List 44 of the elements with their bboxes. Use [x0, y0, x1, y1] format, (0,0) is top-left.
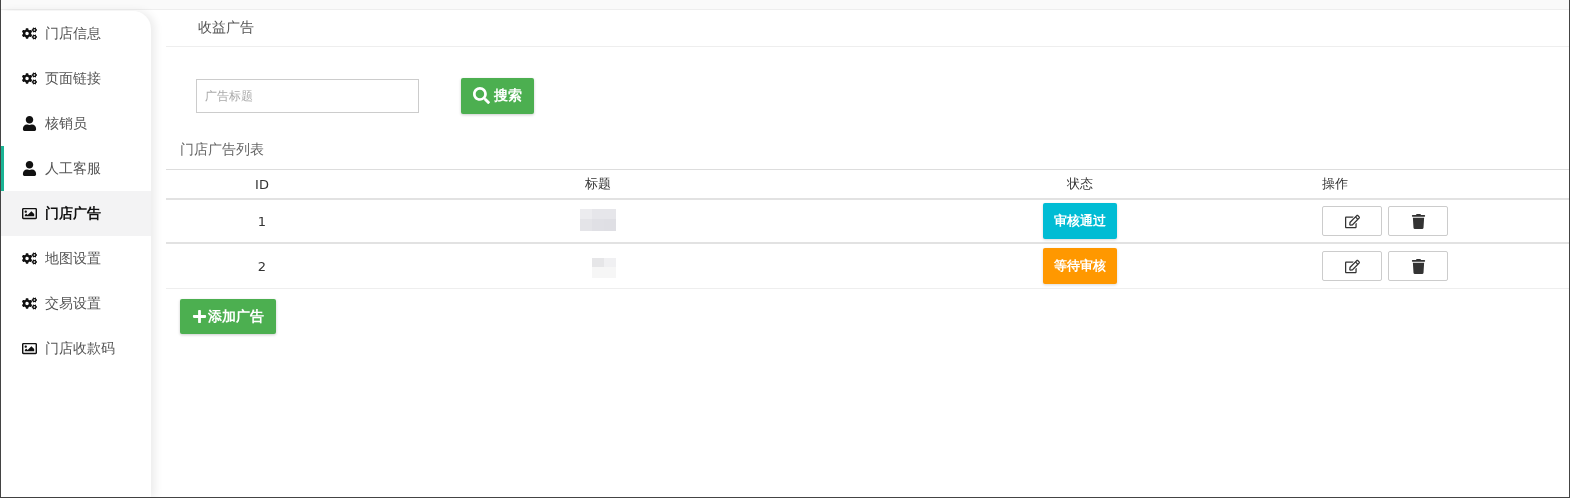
table-cell: 1 [257, 213, 267, 229]
sidebar-item[interactable]: 核销员 [1, 101, 151, 146]
column-header: 状态 [1067, 175, 1093, 193]
sidebar-item[interactable]: 交易设置 [1, 281, 151, 326]
gears-icon [22, 251, 37, 266]
delete-button[interactable] [1388, 251, 1448, 281]
image-icon [22, 206, 37, 221]
sidebar-label: 人工客服 [45, 159, 101, 178]
gears-icon [22, 71, 37, 86]
plus-icon [192, 309, 207, 324]
trash-icon [1410, 258, 1426, 274]
column-header: ID [255, 176, 269, 192]
image-icon [22, 341, 37, 356]
sidebar-label: 页面链接 [45, 69, 101, 88]
gears-icon [22, 296, 37, 311]
sidebar-label: 门店广告 [45, 204, 101, 223]
list-title: 门店广告列表 [179, 140, 265, 159]
gears-icon [22, 26, 37, 41]
tab-title[interactable]: 收益广告 [198, 19, 254, 37]
column-header: 标题 [585, 175, 611, 193]
sidebar-item[interactable]: 地图设置 [1, 236, 151, 281]
sidebar-item[interactable]: 门店收款码 [1, 326, 151, 371]
sidebar-label: 核销员 [45, 114, 87, 133]
search-field[interactable]: 广告标题 [196, 78, 419, 113]
sidebar-item[interactable]: 门店广告 [1, 191, 151, 236]
edit-button[interactable] [1322, 251, 1382, 281]
edit-button[interactable] [1322, 206, 1382, 236]
edit-icon [1344, 258, 1360, 274]
sidebar-label: 门店收款码 [45, 339, 115, 358]
delete-button[interactable] [1388, 206, 1448, 236]
search-icon [473, 87, 490, 104]
sidebar-label: 交易设置 [45, 294, 101, 313]
table-cell: 2 [257, 258, 267, 274]
status-badge: 等待审核 [1043, 248, 1117, 284]
user-icon [22, 161, 37, 176]
column-header: 操作 [1322, 175, 1348, 193]
sidebar-label: 地图设置 [45, 249, 101, 268]
edit-icon [1344, 213, 1360, 229]
user-icon [22, 116, 37, 131]
trash-icon [1410, 213, 1426, 229]
status-badge: 审核通过 [1043, 203, 1117, 239]
sidebar-label: 门店信息 [45, 24, 101, 43]
sidebar-item[interactable]: 门店信息 [1, 11, 151, 56]
sidebar-item[interactable]: 页面链接 [1, 56, 151, 101]
